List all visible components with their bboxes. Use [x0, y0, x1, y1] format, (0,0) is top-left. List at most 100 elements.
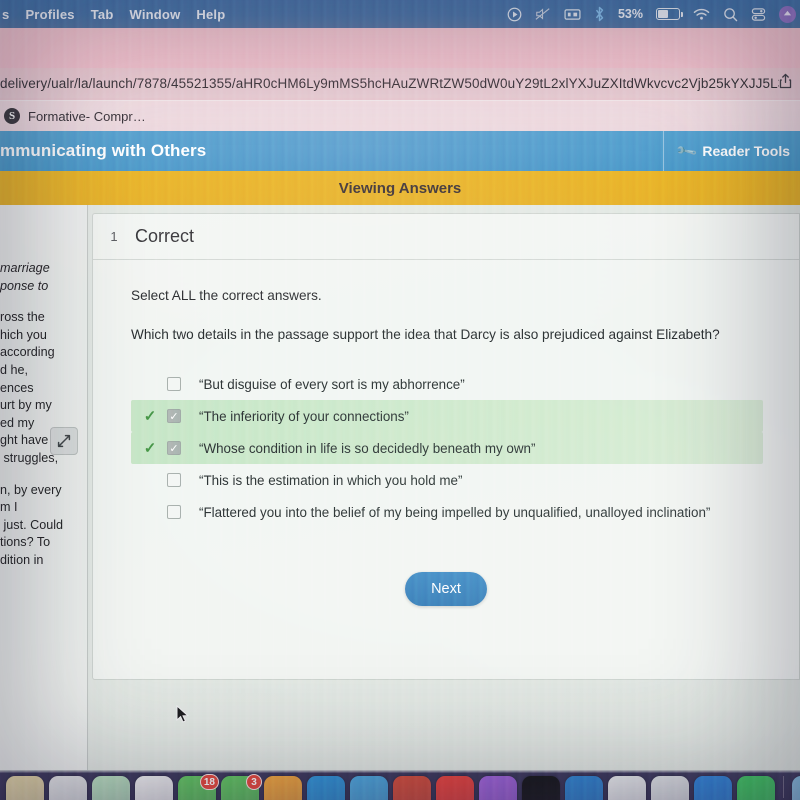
dock-icon-music[interactable]: [436, 776, 474, 800]
answer-option-2-label: “The inferiority of your connections”: [199, 408, 409, 424]
answer-option-1-label: “But disguise of every sort is my abhorr…: [199, 376, 465, 392]
dock-icon-tiktok[interactable]: [522, 776, 560, 800]
answer-option-5-label: “Flattered you into the belief of my bei…: [199, 504, 711, 520]
checkbox-3[interactable]: ✓: [167, 441, 181, 455]
wifi-icon[interactable]: [693, 8, 710, 21]
menu-item-help[interactable]: Help: [196, 7, 225, 22]
next-button-container: Next: [93, 572, 799, 606]
dock-icon-spotify[interactable]: [737, 776, 775, 800]
passage-line-3: according: [0, 345, 55, 360]
tab-formative[interactable]: Formative- Compr…: [28, 109, 146, 124]
url-text[interactable]: delivery/ualr/la/launch/7878/45521355/aH…: [0, 76, 779, 91]
answer-option-4-label: “This is the estimation in which you hol…: [199, 472, 463, 488]
screen-photo: s Profiles Tab Window Help 53% delivery/…: [0, 0, 800, 800]
status-badge: Correct: [135, 226, 195, 246]
menu-bar-items: s Profiles Tab Window Help: [0, 7, 225, 22]
answer-options-list: ✓ “But disguise of every sort is my abho…: [131, 368, 771, 528]
tab-favicon-icon: S: [4, 108, 20, 124]
passage-italic-line-2: ponse to: [0, 278, 49, 293]
menu-item-tab[interactable]: Tab: [91, 7, 114, 22]
check-mark-icon: ✓: [143, 505, 157, 520]
reader-tools-button[interactable]: 🔧 Reader Tools: [662, 131, 800, 171]
passage-sidebar[interactable]: marriage ponse to ross the hich you acco…: [0, 205, 88, 770]
checkbox-2[interactable]: ✓: [167, 409, 181, 423]
macos-menu-bar: s Profiles Tab Window Help 53%: [0, 0, 800, 28]
tab-bar: S Formative- Compr…: [0, 100, 800, 131]
speaker-muted-icon[interactable]: [535, 7, 551, 21]
menu-item-profiles[interactable]: Profiles: [25, 7, 74, 22]
answer-option-5[interactable]: ✓ “Flattered you into the belief of my b…: [143, 496, 771, 528]
passage-line-6: urt by my: [0, 398, 52, 413]
page-title: mmunicating with Others: [0, 141, 207, 160]
main-content-area: marriage ponse to ross the hich you acco…: [0, 205, 800, 770]
address-bar[interactable]: delivery/ualr/la/launch/7878/45521355/aH…: [0, 68, 800, 98]
dock-badge: 3: [246, 774, 262, 790]
passage-line-12: just. Could: [0, 517, 63, 532]
question-card: 1 Correct Select ALL the correct answers…: [92, 213, 800, 680]
passage-italic-line-1: marriage: [0, 261, 50, 275]
viewing-answers-banner: Viewing Answers: [0, 171, 800, 205]
dock-icon-facetime[interactable]: 3: [221, 774, 262, 800]
check-mark-icon: ✓: [143, 407, 157, 425]
expand-diagonal-icon[interactable]: [50, 427, 78, 455]
menu-item-truncated[interactable]: s: [2, 7, 9, 22]
answer-option-1[interactable]: ✓ “But disguise of every sort is my abho…: [143, 368, 771, 400]
course-header-bar: mmunicating with Others 🔧 Reader Tools: [0, 131, 800, 171]
dock-icon-notes[interactable]: [6, 776, 44, 800]
checkbox-4[interactable]: [167, 473, 181, 487]
passage-line-10: n, by every: [0, 482, 62, 497]
dock-icon-files[interactable]: [792, 776, 800, 800]
dock-icon-messages[interactable]: 18: [178, 774, 219, 800]
banner-label: Viewing Answers: [338, 179, 462, 197]
dock-icon-news[interactable]: [264, 776, 302, 800]
reader-tools-label: Reader Tools: [702, 143, 790, 159]
search-icon[interactable]: [723, 7, 738, 22]
question-header: 1 Correct: [93, 214, 799, 260]
question-body: Select ALL the correct answers. Which tw…: [93, 260, 799, 606]
dock-icon-mail[interactable]: [694, 776, 732, 800]
display-icon[interactable]: [564, 8, 581, 21]
dock-icon-airdrop[interactable]: [608, 776, 646, 800]
battery-percent-label: 53%: [617, 7, 643, 21]
dock-badge: 18: [199, 774, 219, 790]
dock-icon-maps[interactable]: [92, 776, 130, 800]
question-number: 1: [110, 229, 118, 244]
user-avatar-icon[interactable]: [779, 5, 796, 23]
menu-item-window[interactable]: Window: [129, 7, 180, 22]
dock-icon-safari[interactable]: [393, 776, 431, 800]
macos-dock: 18 3: [0, 770, 800, 800]
share-icon[interactable]: [779, 73, 800, 93]
dock-icon-numbers[interactable]: [307, 776, 345, 800]
next-button[interactable]: Next: [405, 572, 487, 606]
passage-line-2: hich you: [0, 327, 47, 342]
battery-icon[interactable]: [656, 8, 683, 20]
dock-icon-settings[interactable]: [49, 776, 87, 800]
passage-line-4: d he,: [0, 362, 29, 377]
bluetooth-icon[interactable]: [594, 6, 605, 22]
menu-bar-status-items: 53%: [507, 5, 800, 23]
passage-line-1: ross the: [0, 310, 45, 325]
checkbox-1[interactable]: [167, 377, 181, 391]
check-mark-icon: ✓: [143, 439, 157, 457]
passage-line-5: ences: [0, 380, 34, 395]
dock-icon-keynote[interactable]: [350, 776, 388, 800]
check-mark-icon: ✓: [143, 377, 157, 392]
question-prompt: Which two details in the passage support…: [131, 327, 720, 342]
mouse-cursor-icon: [176, 704, 190, 730]
wrench-icon: 🔧: [674, 139, 699, 163]
passage-line-11: m I: [0, 500, 18, 515]
dock-icon-photos[interactable]: [135, 776, 173, 800]
answer-option-3[interactable]: ✓ ✓ “Whose condition in life is so decid…: [131, 432, 763, 464]
passage-line-13: tions? To: [0, 535, 51, 550]
dock-icon-excel[interactable]: [565, 776, 603, 800]
answer-option-4[interactable]: ✓ “This is the estimation in which you h…: [143, 464, 771, 496]
record-circle-icon[interactable]: [507, 7, 522, 22]
dock-icon-podcasts[interactable]: [479, 776, 517, 800]
checkbox-5[interactable]: [167, 505, 181, 519]
question-instruction: Select ALL the correct answers.: [131, 288, 322, 303]
control-center-icon[interactable]: [751, 7, 766, 22]
answer-option-2[interactable]: ✓ ✓ “The inferiority of your connections…: [131, 400, 763, 432]
dock-icon-pages[interactable]: [651, 776, 689, 800]
answer-option-3-label: “Whose condition in life is so decidedly…: [199, 440, 536, 456]
check-mark-icon: ✓: [143, 473, 157, 488]
